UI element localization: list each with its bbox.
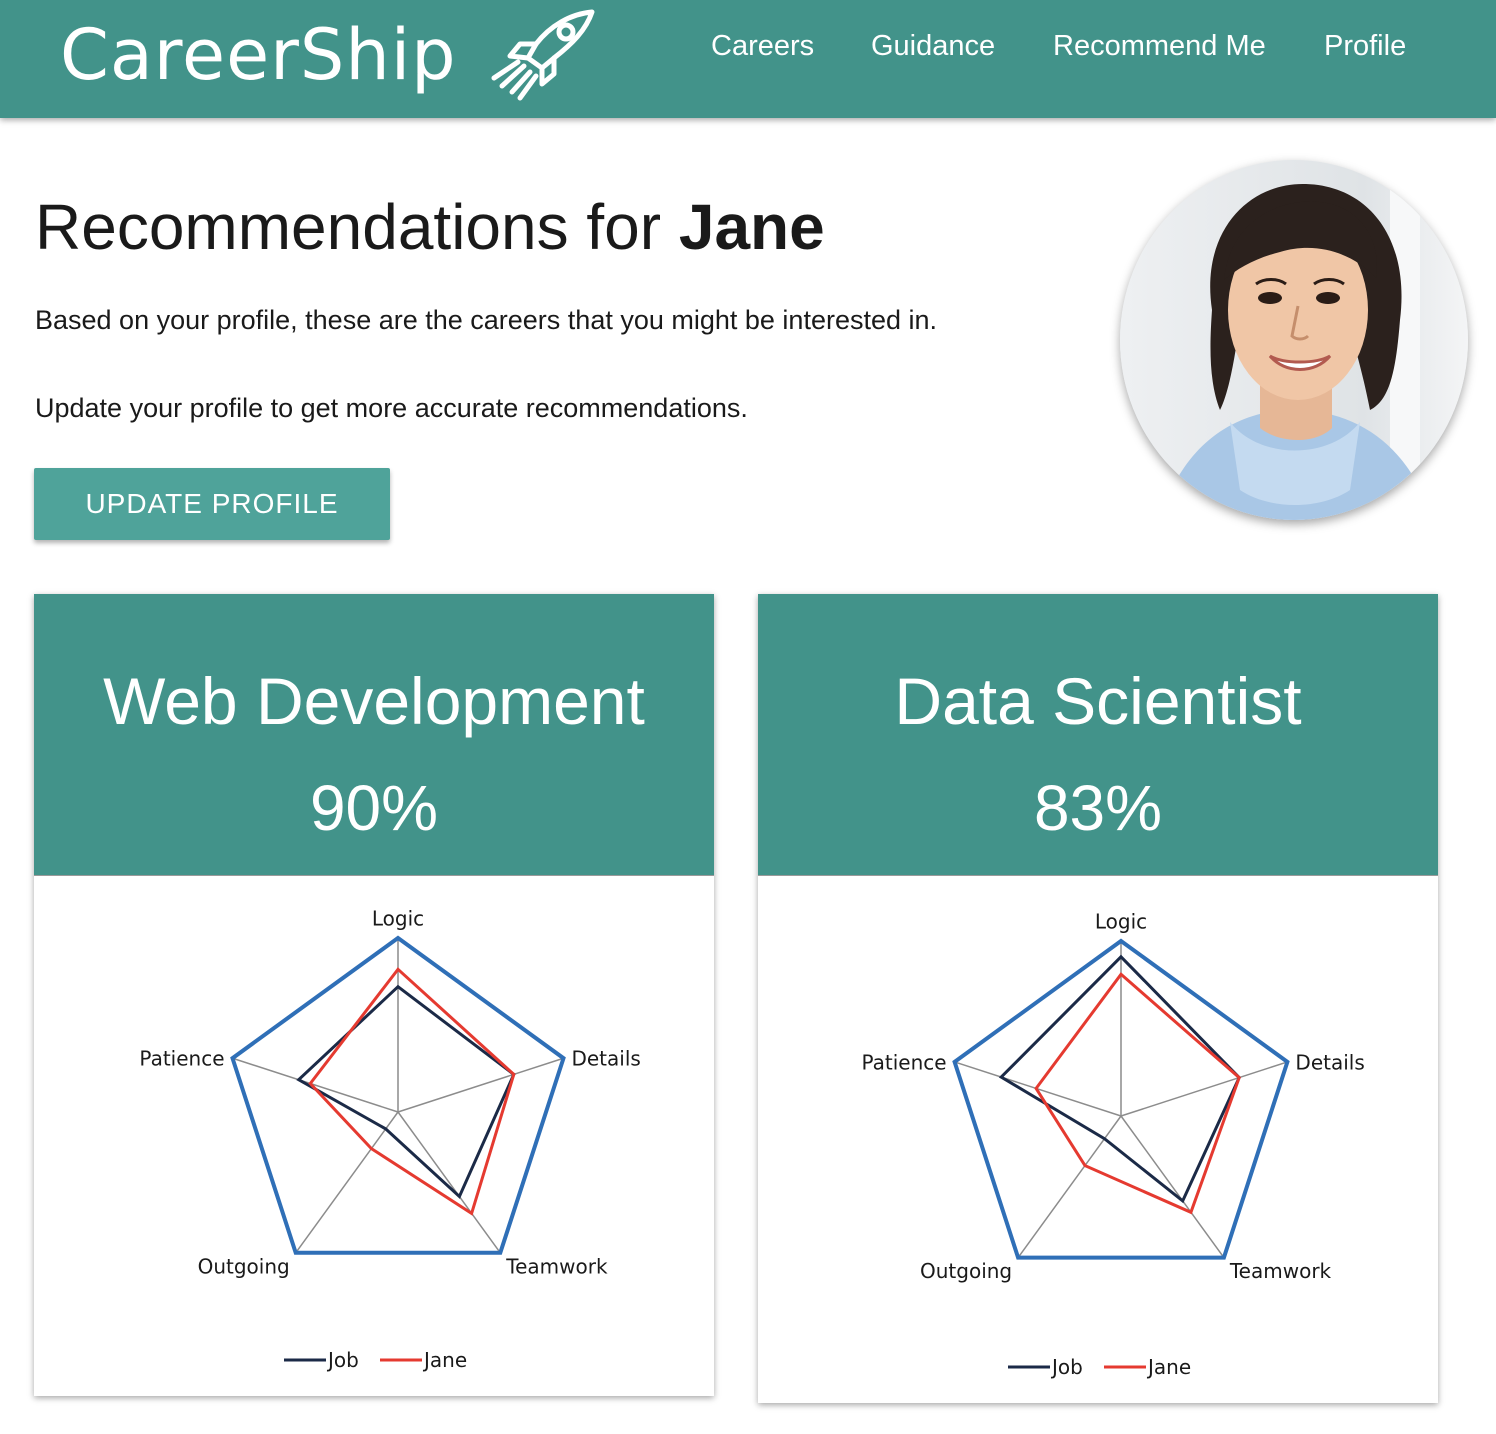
rocket-icon — [491, 9, 595, 101]
radar-spoke — [232, 1057, 399, 1113]
user-name: Jane — [678, 191, 825, 263]
match-percent: 90% — [309, 772, 439, 844]
update-hint-text: Update your profile to get more accurate… — [35, 393, 748, 423]
radar-spoke — [397, 1111, 501, 1254]
brand-name: CareerShip — [60, 14, 457, 96]
axis-label-logic: Logic — [372, 907, 424, 931]
nav-profile[interactable]: Profile — [1324, 30, 1406, 63]
axis-label-details: Details — [571, 1047, 640, 1071]
axis-label-outgoing: Outgoing — [920, 1259, 1012, 1283]
avatar[interactable] — [1120, 160, 1468, 520]
career-title: Web Development — [103, 664, 645, 738]
legend-label-jane: Jane — [1146, 1355, 1191, 1379]
intro-text: Based on your profile, these are the car… — [35, 305, 938, 335]
legend-label-job: Job — [326, 1348, 359, 1372]
radar-spoke — [397, 1057, 564, 1113]
axis-label-details: Details — [1295, 1050, 1364, 1074]
career-card-web-development[interactable]: Web Development 90% Logic Details Teamwork… — [34, 594, 714, 1396]
radar-chart: Logic Details Teamwork Outgoing Patience Job J… — [861, 910, 1364, 1380]
card-header: Data Scientist 83% — [758, 594, 1438, 875]
radar-series-job — [296, 984, 516, 1200]
profile-photo — [1120, 160, 1468, 520]
axis-label-patience: Patience — [861, 1050, 946, 1074]
card-body: Logic Details Teamwork Outgoing Patience Job J… — [758, 875, 1438, 1403]
nav-careers[interactable]: Careers — [711, 30, 814, 63]
career-title: Data Scientist — [894, 664, 1302, 738]
match-percent: 83% — [1033, 772, 1163, 844]
nav-recommend-me[interactable]: Recommend Me — [1053, 30, 1266, 63]
axis-label-outgoing: Outgoing — [198, 1254, 290, 1278]
page-title: Recommendations for Jane — [35, 190, 825, 264]
radar-chart: Logic Details Teamwork Outgoing Patience Job J… — [139, 907, 640, 1373]
axis-label-logic: Logic — [1095, 910, 1147, 934]
nav-guidance[interactable]: Guidance — [871, 30, 995, 63]
radar-spoke — [1017, 1115, 1122, 1259]
card-header: Web Development 90% — [34, 594, 714, 875]
axis-label-patience: Patience — [139, 1047, 224, 1071]
card-body: Logic Details Teamwork Outgoing Patience Job J… — [34, 875, 714, 1396]
brand-logo[interactable]: CareerShip — [60, 9, 595, 101]
radar-series-jane — [308, 967, 516, 1216]
legend-label-job: Job — [1050, 1355, 1083, 1379]
career-card-data-scientist[interactable]: Data Scientist 83% Logic Details Teamwork O… — [758, 594, 1438, 1403]
radar-spoke — [1120, 1061, 1288, 1117]
legend-label-jane: Jane — [422, 1348, 467, 1372]
radar-spoke — [295, 1111, 399, 1254]
radar-series-job — [998, 954, 1241, 1204]
top-navbar: CareerShip Careers Guidance Recommend Me… — [0, 0, 1496, 118]
page-title-prefix: Recommendations for — [35, 191, 662, 263]
axis-label-teamwork: Teamwork — [1229, 1259, 1332, 1283]
update-profile-button[interactable]: UPDATE PROFILE — [34, 468, 390, 540]
axis-label-teamwork: Teamwork — [505, 1254, 608, 1278]
